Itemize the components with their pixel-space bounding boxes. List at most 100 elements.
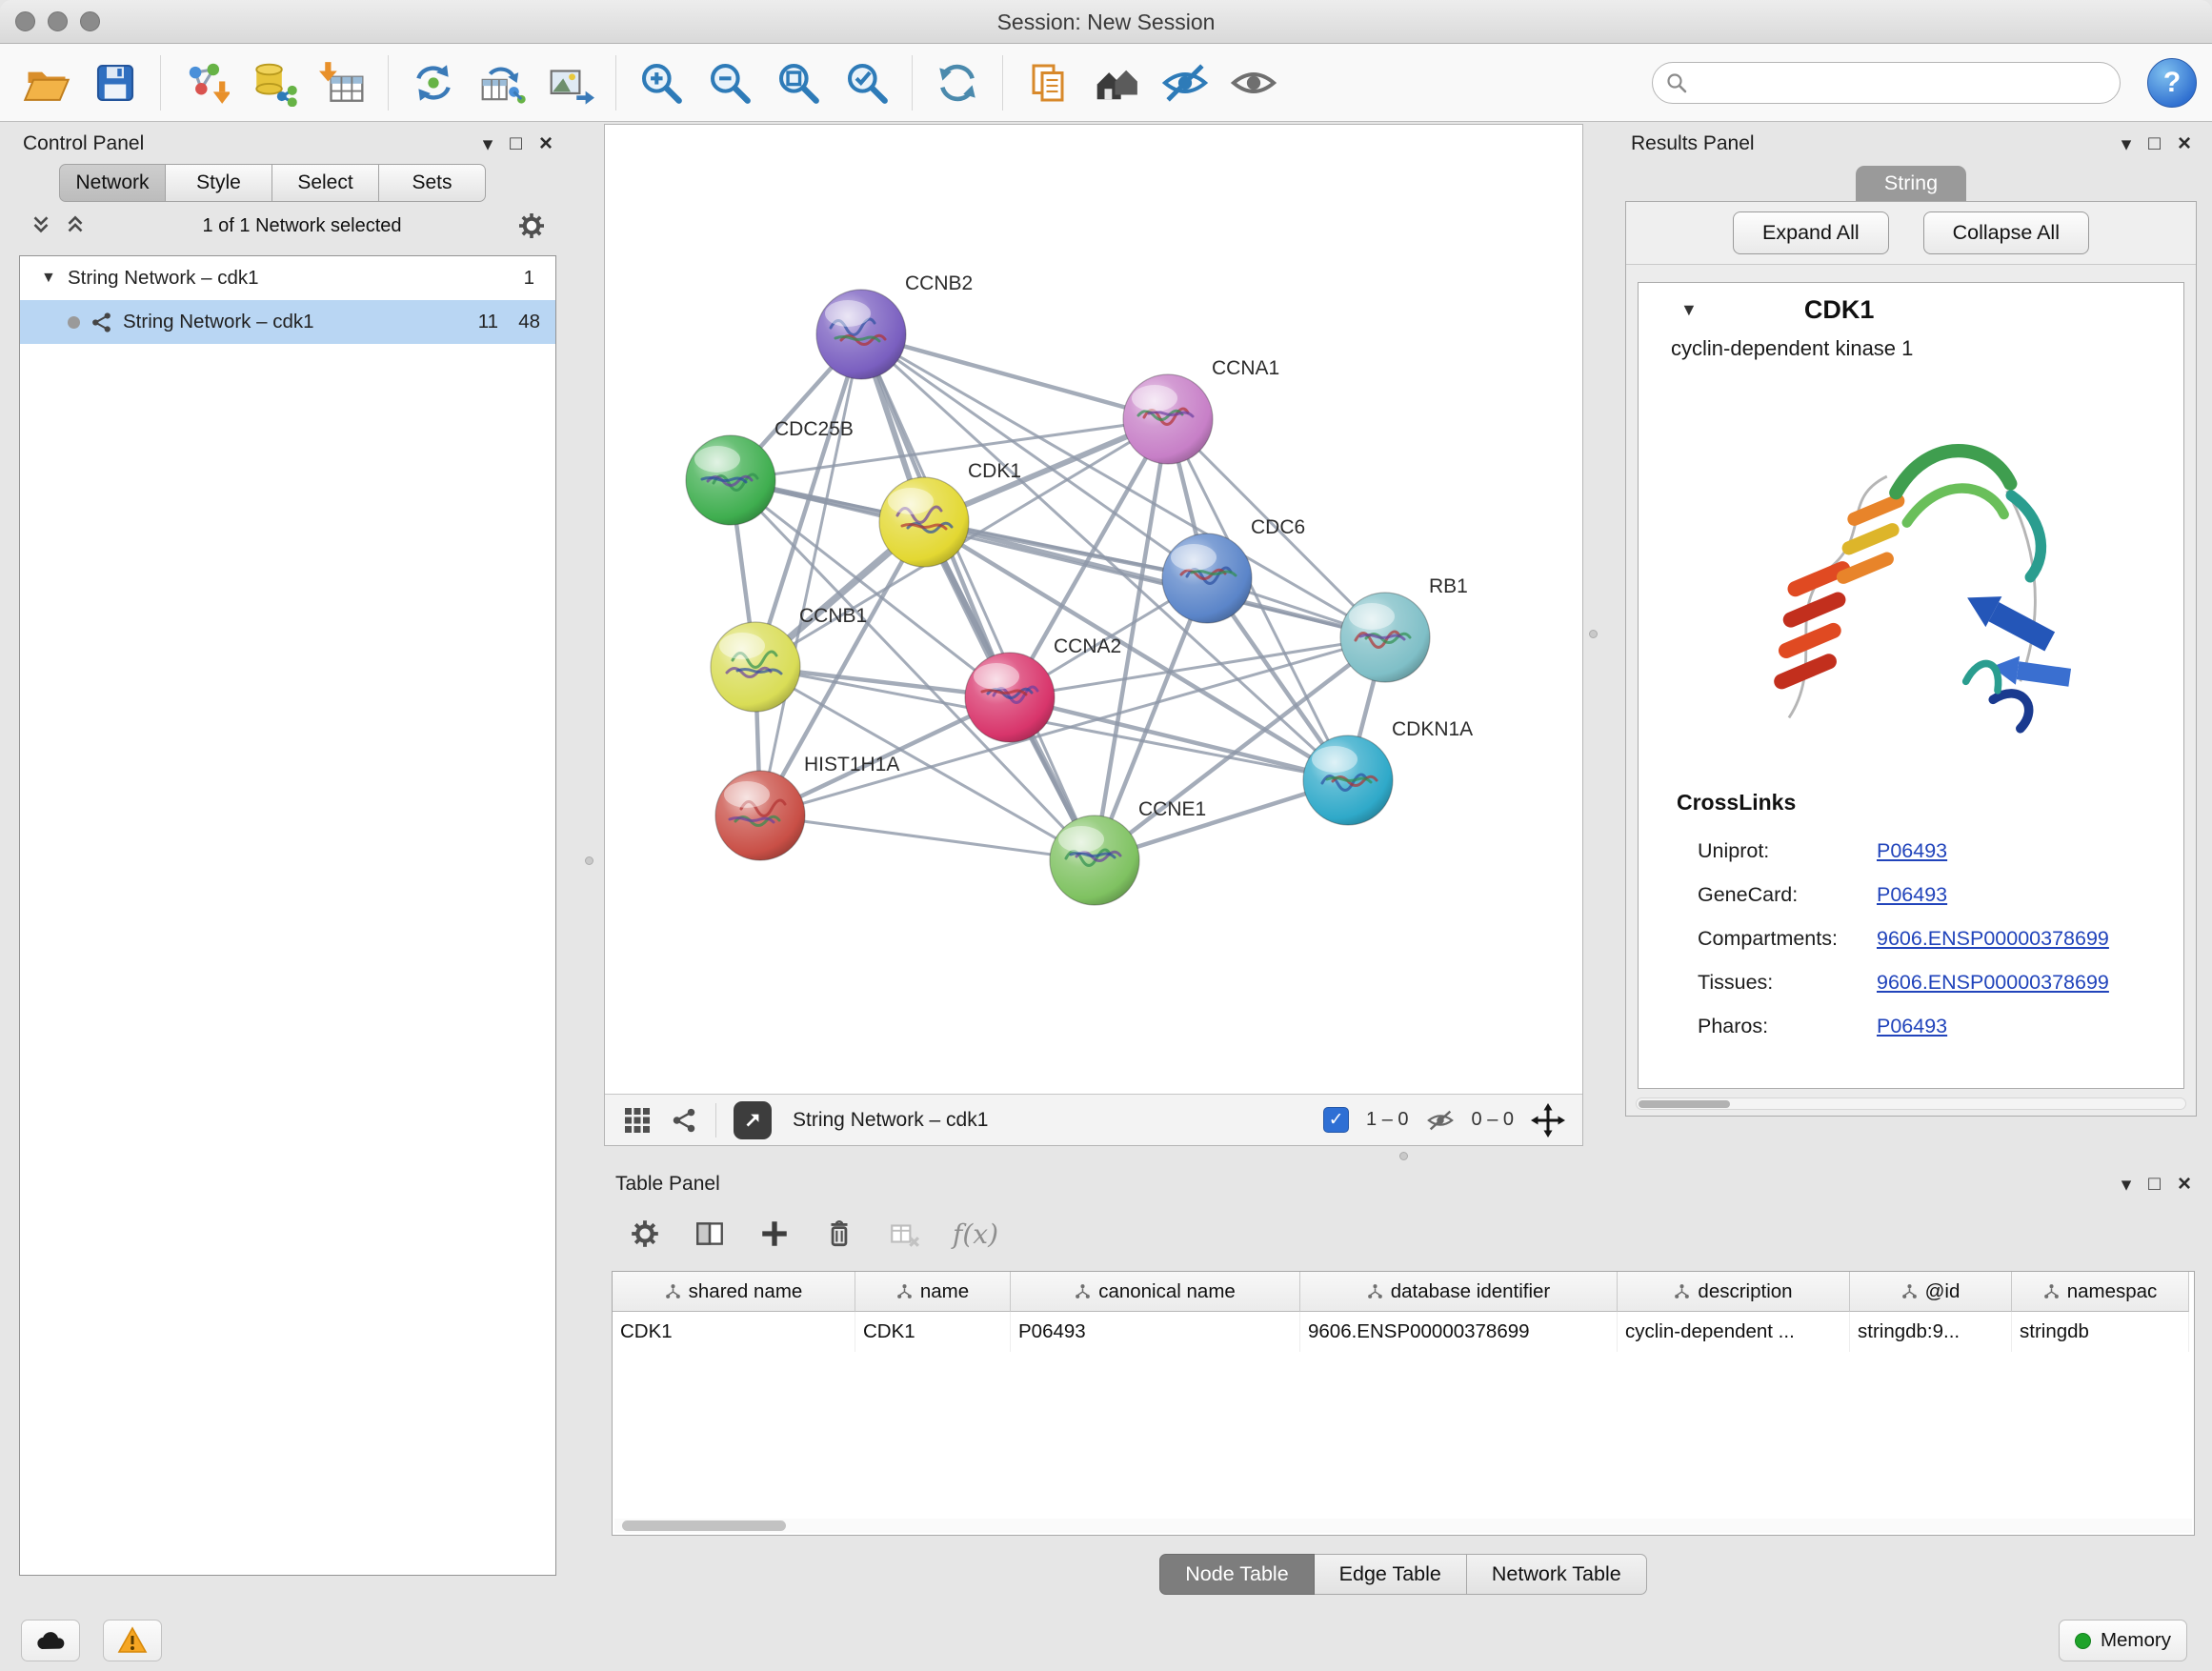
tab-sets[interactable]: Sets <box>379 164 486 202</box>
panel-close-icon[interactable]: × <box>2178 131 2191 157</box>
collapse-all-button[interactable]: Collapse All <box>1923 211 2089 254</box>
table-cell[interactable]: stringdb:9... <box>1850 1312 2012 1352</box>
tab-edge-table[interactable]: Edge Table <box>1315 1554 1467 1595</box>
clone-network-button[interactable] <box>402 51 465 114</box>
maximize-window-button[interactable] <box>80 11 100 31</box>
apply-layout-button[interactable] <box>926 51 989 114</box>
table-cell[interactable]: CDK1 <box>613 1312 855 1352</box>
network-node-CCNB2[interactable]: CCNB2 <box>816 272 973 379</box>
network-node-CDK1[interactable]: CDK1 <box>879 460 1021 567</box>
add-column-icon[interactable] <box>758 1218 791 1250</box>
splitter-handle[interactable] <box>1399 1152 1408 1160</box>
string-tab[interactable]: String <box>1856 166 1966 201</box>
column-header-canonical-name[interactable]: canonical name <box>1011 1272 1300 1312</box>
birds-eye-view-icon[interactable] <box>622 1105 653 1136</box>
minimize-window-button[interactable] <box>48 11 68 31</box>
network-from-table-button[interactable] <box>471 51 533 114</box>
show-all-button[interactable] <box>1222 51 1285 114</box>
column-header--id[interactable]: @id <box>1850 1272 2012 1312</box>
panel-menu-icon[interactable]: ▾ <box>483 132 493 156</box>
zoom-in-button[interactable] <box>630 51 693 114</box>
table-cell[interactable]: 9606.ENSP00000378699 <box>1300 1312 1618 1352</box>
move-crosshair-icon[interactable] <box>1531 1103 1565 1137</box>
memory-button[interactable]: Memory <box>2059 1620 2187 1661</box>
home-view-button[interactable] <box>1085 51 1148 114</box>
network-node-CDKN1A[interactable]: CDKN1A <box>1303 718 1473 825</box>
panel-close-icon[interactable]: × <box>539 131 553 157</box>
collapse-all-icon[interactable] <box>29 213 53 238</box>
table-cell[interactable]: P06493 <box>1011 1312 1300 1352</box>
table-horizontal-scrollbar[interactable] <box>614 1519 2192 1533</box>
cloud-status-button[interactable] <box>21 1620 80 1661</box>
import-table-button[interactable] <box>312 51 374 114</box>
crosslink-link[interactable]: P06493 <box>1877 1015 1947 1038</box>
panel-float-icon[interactable]: □ <box>2148 1173 2161 1196</box>
search-input[interactable] <box>1652 62 2121 104</box>
network-collection-row[interactable]: ▼ String Network – cdk1 1 <box>20 256 555 300</box>
zoom-selected-button[interactable] <box>835 51 898 114</box>
tab-network-table[interactable]: Network Table <box>1467 1554 1647 1595</box>
import-network-file-button[interactable] <box>174 51 237 114</box>
network-edge[interactable] <box>861 334 1095 860</box>
zoom-fit-button[interactable] <box>767 51 830 114</box>
network-edge[interactable] <box>760 334 861 815</box>
table-gear-icon[interactable] <box>629 1218 661 1250</box>
panel-float-icon[interactable]: □ <box>2148 132 2161 155</box>
collapse-triangle-icon[interactable]: ▼ <box>1680 300 1698 320</box>
graph-view-icon[interactable] <box>670 1106 698 1135</box>
table-cell[interactable]: CDK1 <box>855 1312 1011 1352</box>
disclosure-triangle-icon[interactable]: ▼ <box>41 270 68 287</box>
panel-float-icon[interactable]: □ <box>510 132 522 155</box>
copy-annotation-button[interactable] <box>1016 51 1079 114</box>
network-node-CDC6[interactable]: CDC6 <box>1162 516 1305 623</box>
crosslink-link[interactable]: P06493 <box>1877 839 1947 863</box>
hide-selected-button[interactable] <box>1154 51 1217 114</box>
import-network-database-button[interactable] <box>243 51 306 114</box>
gear-icon[interactable] <box>516 211 547 241</box>
crosslink-link[interactable]: 9606.ENSP00000378699 <box>1877 971 2109 995</box>
scrollbar-thumb[interactable] <box>1639 1100 1730 1108</box>
panel-menu-icon[interactable]: ▾ <box>2122 132 2132 156</box>
network-node-CCNA1[interactable]: CCNA1 <box>1123 357 1279 464</box>
network-node-HIST1H1A[interactable]: HIST1H1A <box>715 754 899 860</box>
table-row[interactable]: CDK1CDK1P064939606.ENSP00000378699cyclin… <box>613 1312 2194 1352</box>
network-node-CCNB1[interactable]: CCNB1 <box>711 605 867 712</box>
scrollbar-thumb[interactable] <box>622 1520 786 1531</box>
column-header-shared-name[interactable]: shared name <box>613 1272 855 1312</box>
crosslink-link[interactable]: P06493 <box>1877 883 1947 907</box>
splitter-handle[interactable] <box>1589 630 1598 638</box>
table-cell[interactable]: cyclin-dependent ... <box>1618 1312 1850 1352</box>
warnings-button[interactable] <box>103 1620 162 1661</box>
table-cell[interactable]: stringdb <box>2012 1312 2189 1352</box>
network-row-selected[interactable]: String Network – cdk1 11 48 <box>20 300 555 344</box>
splitter-handle[interactable] <box>585 856 593 865</box>
close-window-button[interactable] <box>15 11 35 31</box>
column-header-description[interactable]: description <box>1618 1272 1850 1312</box>
column-header-name[interactable]: name <box>855 1272 1011 1312</box>
open-session-button[interactable] <box>15 51 78 114</box>
save-session-button[interactable] <box>84 51 147 114</box>
help-button[interactable]: ? <box>2147 58 2197 108</box>
network-canvas[interactable]: CCNB2CCNA1CDC25BCDK1CDC6RB1CCNB1CCNA2CDK… <box>605 125 1582 1094</box>
column-header-namespac[interactable]: namespac <box>2012 1272 2189 1312</box>
network-edge[interactable] <box>760 815 1095 860</box>
function-builder-button[interactable]: f(x) <box>953 1218 998 1250</box>
selected-checkbox[interactable]: ✓ <box>1323 1107 1349 1133</box>
tab-style[interactable]: Style <box>166 164 272 202</box>
panel-menu-icon[interactable]: ▾ <box>2122 1173 2132 1197</box>
crosslink-link[interactable]: 9606.ENSP00000378699 <box>1877 927 2109 951</box>
select-columns-icon[interactable] <box>694 1218 726 1250</box>
tab-network[interactable]: Network <box>59 164 166 202</box>
zoom-out-button[interactable] <box>698 51 761 114</box>
network-edge[interactable] <box>924 522 1385 637</box>
tab-select[interactable]: Select <box>272 164 379 202</box>
column-header-database-identifier[interactable]: database identifier <box>1300 1272 1618 1312</box>
expand-all-button[interactable]: Expand All <box>1733 211 1889 254</box>
delete-column-icon[interactable] <box>823 1218 855 1250</box>
tab-node-table[interactable]: Node Table <box>1159 1554 1314 1595</box>
export-image-button[interactable] <box>539 51 602 114</box>
expand-all-icon[interactable] <box>63 213 88 238</box>
detach-view-button[interactable] <box>734 1101 772 1139</box>
results-horizontal-scrollbar[interactable] <box>1636 1097 2186 1110</box>
network-node-RB1[interactable]: RB1 <box>1340 575 1468 682</box>
